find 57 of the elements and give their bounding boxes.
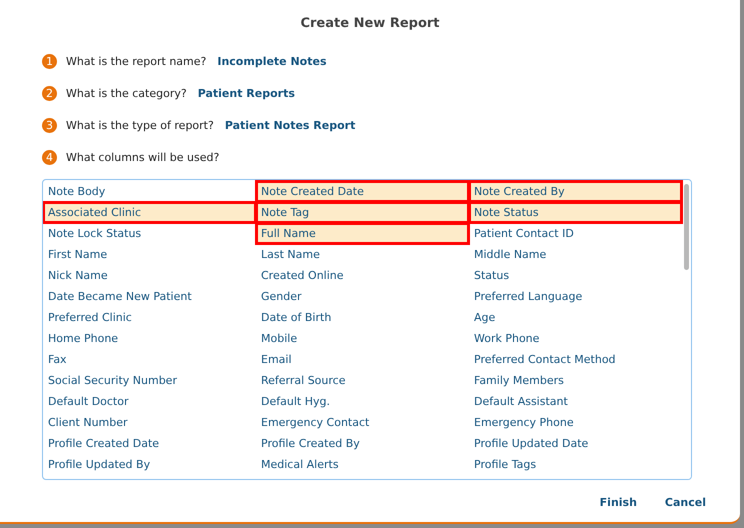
column-item[interactable]: Status: [469, 265, 682, 286]
column-item[interactable]: Profile Created By: [256, 433, 469, 454]
column-item[interactable]: Nick Name: [43, 265, 256, 286]
column-item[interactable]: Preferred Language: [469, 286, 682, 307]
column-item[interactable]: Note Created Date: [256, 181, 469, 202]
step-number: 1: [42, 54, 57, 68]
column-item[interactable]: Note Tag: [256, 202, 469, 223]
column-item[interactable]: Work Phone: [469, 328, 682, 349]
dialog-title: Create New Report: [300, 16, 440, 31]
column-item[interactable]: Mobile: [256, 328, 469, 349]
column-item[interactable]: Preferred Contact Method: [469, 349, 682, 370]
column-item[interactable]: Default Hyg.: [256, 391, 469, 412]
step-answer: Incomplete Notes: [217, 54, 327, 68]
column-item[interactable]: Note Body: [43, 181, 256, 202]
column-item[interactable]: Emergency Phone: [469, 412, 682, 433]
column-item[interactable]: Medical Alerts: [256, 454, 469, 475]
column-item[interactable]: Referral Source: [256, 370, 469, 391]
column-item[interactable]: Default Assistant: [469, 391, 682, 412]
column-item[interactable]: First Name: [43, 244, 256, 265]
step-question: What is the category?: [66, 86, 187, 100]
column-item[interactable]: Associated Clinic: [43, 202, 256, 223]
column-item[interactable]: Patient Contact ID: [469, 223, 682, 244]
column-item[interactable]: Note Created By: [469, 181, 682, 202]
step-question: What is the report name?: [66, 54, 206, 68]
column-item[interactable]: Preferred Clinic: [43, 307, 256, 328]
column-item[interactable]: Emergency Contact: [256, 412, 469, 433]
column-item[interactable]: Profile Created Date: [43, 433, 256, 454]
column-item[interactable]: Date Became New Patient: [43, 286, 256, 307]
column-item[interactable]: Email: [256, 349, 469, 370]
column-item[interactable]: Note Status: [469, 202, 682, 223]
scrollbar-thumb[interactable]: [684, 184, 689, 270]
column-item[interactable]: Profile Updated Date: [469, 433, 682, 454]
column-item[interactable]: Social Security Number: [43, 370, 256, 391]
column-item[interactable]: Created Online: [256, 265, 469, 286]
column-item[interactable]: Note Lock Status: [43, 223, 256, 244]
column-item[interactable]: Full Name: [256, 223, 469, 244]
column-item[interactable]: Home Phone: [43, 328, 256, 349]
column-item[interactable]: Middle Name: [469, 244, 682, 265]
column-item[interactable]: Fax: [43, 349, 256, 370]
column-item[interactable]: Age: [469, 307, 682, 328]
column-item[interactable]: Client Number: [43, 412, 256, 433]
column-item[interactable]: Gender: [256, 286, 469, 307]
cancel-button[interactable]: Cancel: [664, 496, 706, 509]
column-item[interactable]: Date of Birth: [256, 307, 469, 328]
step-answer: Patient Reports: [198, 86, 295, 100]
step-question: What is the type of report?: [66, 118, 214, 132]
column-item[interactable]: Last Name: [256, 244, 469, 265]
column-item[interactable]: Default Doctor: [43, 391, 256, 412]
finish-button[interactable]: Finish: [600, 496, 637, 509]
step-answer: Patient Notes Report: [224, 118, 356, 132]
column-item[interactable]: Family Members: [469, 370, 682, 391]
step-number: 2: [42, 86, 57, 100]
column-item[interactable]: Profile Updated By: [43, 454, 256, 475]
step-number: 4: [42, 150, 57, 164]
step-number: 3: [42, 118, 57, 132]
column-item[interactable]: Profile Tags: [469, 454, 682, 475]
step-question: What columns will be used?: [66, 150, 220, 164]
